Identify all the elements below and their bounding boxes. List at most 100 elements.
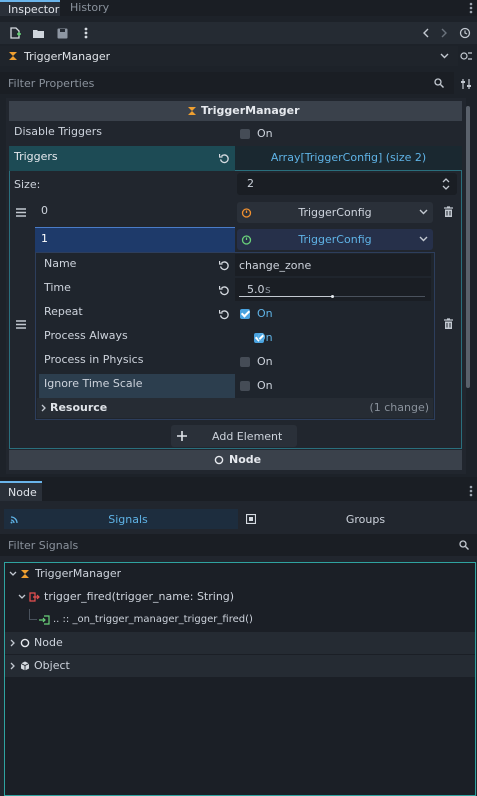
tree-item-object[interactable]: Object: [5, 655, 475, 677]
time-label: Time: [44, 281, 71, 294]
tree-item-trigger-manager[interactable]: TriggerManager: [5, 563, 475, 585]
inspector-dock-tabs: Inspector History: [0, 0, 477, 16]
history-back-icon[interactable]: [421, 26, 431, 40]
repeat-checkbox[interactable]: [240, 309, 250, 319]
chevron-down-icon[interactable]: [18, 594, 26, 600]
time-slider-field[interactable]: 5.0 s: [235, 278, 431, 301]
groups-label: Groups: [345, 513, 386, 526]
object-name: TriggerManager: [24, 50, 111, 63]
delete-icon[interactable]: [443, 318, 454, 330]
chevron-down-icon: [419, 209, 428, 215]
signal-label: trigger_fired(trigger_name: String): [44, 590, 235, 603]
node-circle-icon: [214, 455, 224, 465]
array-item-1-resource-picker[interactable]: TriggerConfig: [237, 229, 433, 250]
ignore-time-checkbox[interactable]: [240, 381, 250, 391]
filter-signals-input[interactable]: Filter Signals: [0, 534, 477, 556]
name-field[interactable]: change_zone: [235, 254, 431, 276]
node-section-title: Node: [229, 453, 262, 466]
new-resource-icon[interactable]: [8, 26, 22, 40]
array-item-0-index: 0: [35, 200, 235, 224]
resource-section[interactable]: Resource (1 change): [37, 398, 433, 418]
tree-root-label: TriggerManager: [35, 567, 122, 580]
process-physics-value: On: [257, 355, 273, 368]
search-icon: [434, 78, 444, 88]
array-item-type: TriggerConfig: [298, 206, 372, 219]
array-item-index: 1: [41, 232, 48, 245]
time-unit: s: [265, 283, 271, 296]
ignore-time-scale-row[interactable]: Ignore Time Scale: [39, 374, 235, 398]
reset-icon[interactable]: [218, 152, 230, 164]
tree-item-node[interactable]: Node: [5, 632, 475, 654]
size-spinbox[interactable]: 2: [237, 173, 457, 195]
node-dock-tabs: Node: [0, 481, 477, 501]
slot-icon: [39, 615, 50, 625]
tab-groups[interactable]: Groups: [238, 509, 473, 529]
reset-icon[interactable]: [218, 308, 230, 320]
node-section-header[interactable]: Node: [9, 450, 462, 470]
add-element-button[interactable]: Add Element: [171, 425, 297, 447]
array-item-0-resource-picker[interactable]: TriggerConfig: [237, 202, 433, 223]
tree-item-connection[interactable]: .. :: _on_trigger_manager_trigger_fired(…: [5, 609, 475, 631]
chevron-down-icon[interactable]: [9, 571, 17, 577]
process-always-label: Process Always: [44, 329, 128, 342]
size-value: 2: [247, 177, 254, 190]
disable-triggers-checkbox[interactable]: [240, 129, 250, 139]
tree-item-signal[interactable]: trigger_fired(trigger_name: String): [5, 586, 475, 608]
triggers-property[interactable]: Triggers: [9, 146, 235, 171]
tree-guide-line: [29, 609, 37, 620]
disable-triggers-value: On: [257, 127, 273, 140]
tab-inspector[interactable]: Inspector: [0, 0, 60, 16]
filter-properties-input[interactable]: Filter Properties: [0, 72, 454, 94]
signal-emit-icon: [29, 592, 40, 602]
hourglass-icon: [8, 51, 18, 61]
chevron-down-icon: [439, 51, 449, 61]
property-filter-options-icon[interactable]: [459, 77, 473, 91]
hourglass-icon: [20, 569, 30, 579]
size-label: Size:: [14, 178, 41, 191]
plus-icon: [177, 431, 187, 441]
spin-arrows-icon[interactable]: [442, 178, 450, 190]
array-item-0: 0 TriggerConfig: [11, 200, 460, 224]
name-value: change_zone: [239, 259, 312, 272]
inspector-scrollbar[interactable]: [466, 106, 470, 388]
resource-label: Resource: [50, 401, 108, 414]
process-always-value: On: [257, 331, 273, 344]
node-class-label: Node: [34, 636, 63, 649]
drag-handle-icon[interactable]: [15, 319, 27, 329]
ignore-time-value: On: [257, 379, 273, 392]
reset-icon[interactable]: [218, 259, 230, 271]
delete-icon[interactable]: [443, 206, 454, 218]
chevron-right-icon[interactable]: [10, 662, 16, 670]
inspector-toolbar: [0, 22, 477, 44]
history-forward-icon[interactable]: [439, 26, 449, 40]
array-item-type: TriggerConfig: [298, 233, 372, 246]
chevron-right-icon: [41, 404, 47, 412]
tab-signals[interactable]: Signals: [4, 509, 238, 529]
object-selector[interactable]: TriggerManager: [0, 46, 458, 66]
time-slider-fill: [239, 296, 332, 297]
hourglass-icon: [187, 106, 197, 116]
time-slider-grabber[interactable]: [331, 295, 334, 298]
name-label: Name: [44, 257, 77, 270]
node-circle-icon: [20, 638, 30, 648]
section-title: TriggerManager: [201, 104, 300, 117]
chevron-right-icon[interactable]: [10, 639, 16, 647]
process-physics-checkbox[interactable]: [240, 357, 250, 367]
triggers-array-button[interactable]: Array[TriggerConfig] (size 2): [235, 146, 462, 171]
save-icon[interactable]: [55, 26, 69, 40]
dock-menu-icon[interactable]: [469, 485, 473, 497]
reset-icon[interactable]: [218, 284, 230, 296]
tab-history[interactable]: History: [70, 1, 109, 15]
process-physics-label: Process in Physics: [44, 353, 144, 366]
tab-node[interactable]: Node: [0, 481, 42, 501]
drag-handle-icon[interactable]: [15, 207, 27, 217]
more-options-icon[interactable]: [83, 26, 89, 40]
object-settings-icon[interactable]: [459, 50, 473, 62]
search-icon: [459, 540, 469, 550]
open-folder-icon[interactable]: [31, 26, 45, 40]
connection-label: .. :: _on_trigger_manager_trigger_fired(…: [53, 614, 253, 625]
ignore-time-label: Ignore Time Scale: [44, 377, 143, 390]
section-header: TriggerManager: [9, 101, 462, 121]
recent-history-icon[interactable]: [458, 26, 472, 40]
dock-menu-icon[interactable]: [469, 2, 473, 14]
